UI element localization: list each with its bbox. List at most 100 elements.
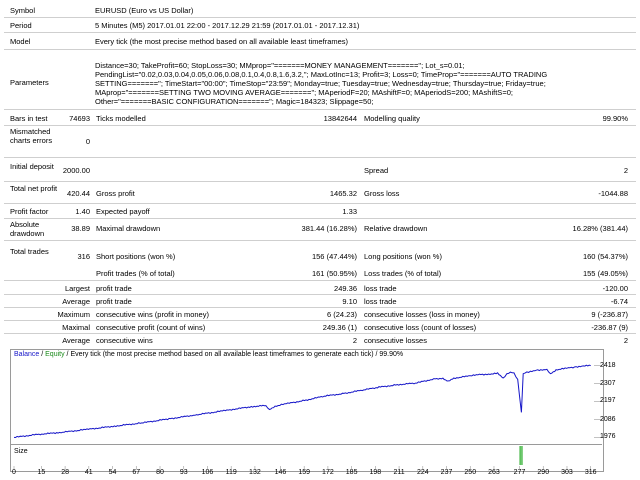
value-bars-in-test: 74693 [69,114,90,123]
label-loss-trades: Loss trades (% of total) [364,269,442,278]
x-tick-label: 237 [440,469,453,476]
x-tick-label: 41 [84,469,93,476]
separator [4,181,636,182]
value-total-net-profit: 420.44 [67,189,90,198]
separator [4,333,636,334]
value-avg-cons-losses: 2 [623,336,628,345]
label-expected-payoff: Expected payoff [96,207,150,216]
label-maximum: Maximum [57,310,90,319]
value-max-cons-wins-money: 6 (24.23) [326,310,357,319]
label-ticks-modelled: Ticks modelled [96,114,146,123]
x-tick-label: 290 [537,469,550,476]
x-tick-label: 132 [249,469,261,476]
label-bars-in-test: Bars in test [10,114,48,123]
y-tick-label: 2086 [600,415,616,423]
separator [4,109,636,110]
separator [4,203,636,204]
value-gross-loss: -1044.88 [598,189,628,198]
separator [4,125,636,126]
value-total-trades: 316 [77,252,90,261]
value-period: 5 Minutes (M5) 2017.01.01 22:00 - 2017.1… [95,21,360,30]
x-tick-label: 250 [464,469,477,476]
label-gross-loss: Gross loss [364,189,400,198]
label-symbol: Symbol [10,6,36,15]
value-average-loss: -6.74 [610,297,628,306]
label-modelling-quality: Modelling quality [364,114,420,123]
value-profit-factor: 1.40 [75,207,90,216]
separator [4,240,636,241]
param-line: SETTING======="; TimeStart="00:00"; Time… [95,79,546,88]
value-avg-cons-wins: 2 [352,336,357,345]
value-maximal-drawdown: 381.44 (16.28%) [301,224,357,233]
label-gross-profit: Gross profit [96,189,135,198]
x-tick-label: 119 [225,469,237,476]
separator [4,320,636,321]
param-line: Other="=======BASIC CONFIGURATION=======… [95,97,374,106]
value-absolute-drawdown: 38.89 [71,224,90,233]
legend-equity: Equity [45,351,65,358]
y-tick-label: 2307 [600,379,616,387]
x-tick-label: 316 [584,469,597,476]
label-cons-loss-count: consecutive loss (count of losses) [364,323,477,332]
label-average: Average [62,297,90,306]
value-largest-loss: -120.00 [602,284,628,293]
label-cons-wins: consecutive wins [96,336,153,345]
separator [4,280,636,281]
size-label: Size [14,448,28,455]
label-average-loss-trade: loss trade [364,297,397,306]
x-tick-label: 224 [416,469,429,476]
x-tick-label: 303 [561,469,573,476]
value-expected-payoff: 1.33 [342,207,357,216]
x-tick-label: 277 [513,469,526,476]
label-relative-drawdown: Relative drawdown [364,224,428,233]
value-short-positions: 156 (47.44%) [311,252,357,261]
x-tick-label: 159 [298,469,311,476]
y-tick-label: 2197 [600,397,616,405]
label-average-profit-trade: profit trade [96,297,132,306]
separator [4,32,636,33]
value-max-cons-profit-count: 249.36 (1) [322,323,357,332]
param-line: MAprop="=======SETTING TWO MOVING AVERAG… [95,88,513,97]
label-largest-loss-trade: loss trade [364,284,397,293]
x-tick-label: 28 [61,469,69,476]
value-spread: 2 [623,166,628,175]
label-cons-losses: consecutive losses [364,336,427,345]
separator [4,17,636,18]
label-largest-profit-trade: profit trade [96,284,132,293]
separator [4,157,636,158]
separator [4,307,636,308]
x-tick-label: 106 [201,469,214,476]
size-panel [10,444,602,467]
value-modelling-quality: 99.90% [602,114,628,123]
value-profit-trades: 161 (50.95%) [311,269,357,278]
chart-legend: Balance / Equity / Every tick (the most … [14,351,403,358]
value-ticks-modelled: 13842644 [323,114,357,123]
legend-balance: Balance [14,351,40,358]
value-initial-deposit: 2000.00 [62,166,90,175]
separator [4,294,636,295]
value-max-cons-losses-money: 9 (-236.87) [591,310,628,319]
x-tick-label: 80 [156,469,164,476]
param-line: PendingList="0.02,0.03,0.04,0.05,0.06,0.… [95,70,548,79]
label-parameters: Parameters [10,78,49,87]
value-average-profit: 9.10 [342,297,357,306]
x-tick-label: 93 [179,469,188,476]
x-tick-label: 172 [322,469,334,476]
value-largest-profit: 249.36 [334,284,357,293]
label-period: Period [10,21,32,30]
value-mismatched: 0 [85,137,90,146]
label-model: Model [10,37,31,46]
separator [4,218,636,219]
x-tick-label: 211 [393,469,405,476]
legend-description: / Every tick (the most precise method ba… [64,351,404,358]
separator [4,49,636,50]
value-symbol: EURUSD (Euro vs US Dollar) [95,6,194,15]
x-tick-label: 263 [488,469,500,476]
value-long-positions: 160 (54.37%) [582,252,628,261]
label-largest: Largest [64,284,90,293]
x-tick-label: 67 [132,469,141,476]
value-relative-drawdown: 16.28% (381.44) [572,224,628,233]
y-tick-label: 1976 [600,433,616,441]
label-cons-profit-count: consecutive profit (count of wins) [96,323,206,332]
label-average-consecutive: Average [62,336,90,345]
